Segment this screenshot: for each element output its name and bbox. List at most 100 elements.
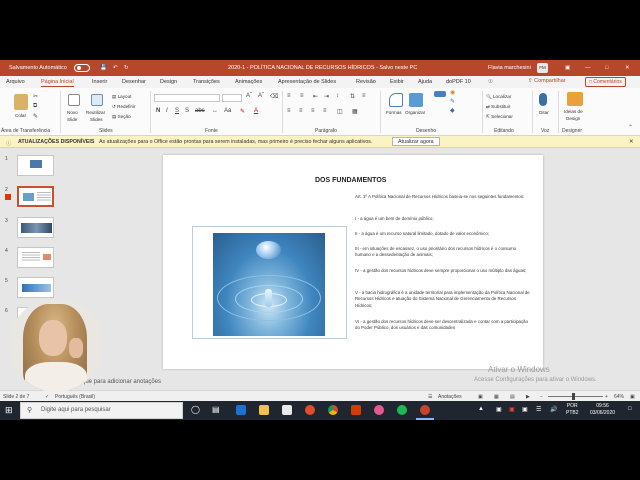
tab-animacoes[interactable]: Animações [235,79,262,85]
shapes-label[interactable]: Formas [386,110,402,115]
shadow-icon[interactable]: S [185,108,189,114]
slide-thumbnail-2[interactable] [17,186,54,207]
spotify-icon[interactable] [397,405,407,415]
slide-paragraph[interactable]: V - a bacia hidrográfica é a unidade ter… [355,290,530,309]
powerpoint-icon[interactable] [420,405,430,415]
find-button[interactable]: 🔍 Localizar [486,94,511,100]
slide-paragraph[interactable]: III - em situações de escassez, o uso pr… [355,246,530,259]
decrease-indent-icon[interactable]: ⇤ [313,93,318,100]
shape-outline-icon[interactable]: ✎ [450,98,455,105]
reuse-slides-icon[interactable] [91,94,103,106]
reading-view-icon[interactable]: ▤ [510,394,515,400]
ribbon-display-icon[interactable]: ▣ [565,65,570,71]
slide-paragraph[interactable]: I - a água é um bem de domínio público; [355,216,530,222]
underline-icon[interactable]: S [175,108,179,114]
shape-effects-icon[interactable]: ◆ [450,107,455,114]
update-now-button[interactable]: Atualizar agora [392,137,440,146]
tab-exibir[interactable]: Exibir [390,79,404,85]
select-button[interactable]: ⇱ Selecionar [486,114,513,120]
copy-icon[interactable]: ⧉ [33,103,37,110]
columns-icon[interactable]: ◫ [337,108,343,115]
tab-revisao[interactable]: Revisão [356,79,376,85]
close-update-icon[interactable]: ✕ [629,139,633,145]
tab-inserir[interactable]: Inserir [92,79,107,85]
line-spacing-icon[interactable]: ↕ [336,93,339,99]
tray-icon[interactable]: ▲ [478,406,484,412]
strikethrough-icon[interactable]: abc [195,108,205,114]
clear-format-icon[interactable]: ⌫ [270,93,278,100]
tab-desenhar[interactable]: Desenhar [122,79,146,85]
shape-fill-icon[interactable]: ◉ [450,89,455,96]
zoom-slider[interactable] [548,396,603,397]
zoom-out-icon[interactable]: − [540,394,543,400]
task-view-icon[interactable]: ◯ [191,405,200,414]
tray-icon[interactable]: ▣ [496,406,502,413]
new-slide-icon[interactable] [68,94,80,106]
normal-view-icon[interactable]: ▣ [478,394,483,400]
user-name[interactable]: Flavia marchesini [488,65,531,71]
slide-sorter-icon[interactable]: ▦ [494,394,499,400]
zoom-slider-thumb[interactable] [572,393,575,400]
app-icon[interactable] [374,405,384,415]
change-case-icon[interactable]: Aa [224,108,231,114]
save-icon[interactable]: 💾 [100,65,107,71]
undo-icon[interactable]: ↶ [113,65,118,71]
font-size-dropdown[interactable] [222,94,242,102]
notifications-icon[interactable]: □ [628,406,632,412]
notes-placeholder[interactable]: que para adicionar anotações [82,379,161,385]
replace-button[interactable]: ⇄ Substituir [486,104,510,110]
store-icon[interactable] [282,405,292,415]
slide-paragraph[interactable]: IV - a gestão dos recursos hídricos deve… [355,268,530,274]
paste-label[interactable]: Colar [15,113,26,118]
zoom-level[interactable]: 64% [614,394,624,400]
align-text-icon[interactable]: ≡ [362,93,366,99]
slide-paragraph[interactable]: VI - a gestão dos recursos hídricos deve… [355,319,530,332]
smartart-icon[interactable]: ▦ [352,108,358,115]
slide-paragraph[interactable]: Art. 1º A Política Nacional de Recursos … [355,194,530,200]
highlight-icon[interactable]: ✎ [240,108,245,115]
char-spacing-icon[interactable]: ↔ [212,108,218,114]
windows-start-icon[interactable]: ⊞ [5,405,13,416]
clock[interactable]: 09:56 03/06/2020 [590,403,615,416]
align-center-icon[interactable]: ≡ [299,108,303,114]
slide-paragraph[interactable]: II - a água é um recurso natural limitad… [355,231,530,237]
taskbar-search[interactable]: ⚲ Digite aqui para pesquisar [20,402,183,419]
shrink-font-icon[interactable]: Aˇ [258,93,264,99]
zoom-in-icon[interactable]: + [605,394,608,400]
numbering-icon[interactable]: ≡ [300,93,304,99]
tab-dopdf[interactable]: doPDF 10 [446,79,471,85]
layout-button[interactable]: ▤ Layout [112,94,131,100]
slide-title[interactable]: DOS FUNDAMENTOS [315,177,386,184]
slide-thumbnail-1[interactable] [17,155,54,176]
slide-thumbnail-3[interactable] [17,217,54,238]
text-direction-icon[interactable]: ⇅ [350,93,355,100]
tab-arquivo[interactable]: Arquivo [6,79,25,85]
maximize-icon[interactable]: □ [605,65,608,71]
design-ideas-icon[interactable] [567,92,583,106]
spellcheck-icon[interactable]: ✓ [45,394,49,400]
minimize-icon[interactable]: — [585,65,591,71]
edge-icon[interactable] [236,405,246,415]
slideshow-icon[interactable]: ▶ [526,394,530,400]
file-explorer-icon[interactable] [259,405,269,415]
align-right-icon[interactable]: ≡ [311,108,315,114]
italic-icon[interactable]: I [166,108,168,114]
align-left-icon[interactable]: ≡ [287,108,291,114]
close-icon[interactable]: ✕ [625,65,630,71]
media-icon[interactable] [305,405,315,415]
image-frame[interactable] [192,226,347,339]
slide-canvas[interactable]: DOS FUNDAMENTOS Art. 1º A Política Nacio… [163,155,543,369]
redo-icon[interactable]: ↻ [124,65,129,71]
font-color-icon[interactable]: A [254,108,258,114]
dictate-label[interactable]: Ditar [539,110,549,115]
increase-indent-icon[interactable]: ⇥ [324,93,329,100]
office-icon[interactable] [351,405,361,415]
design-ideas-label[interactable]: Ideias de [564,109,583,114]
share-button[interactable]: ⇧ Compartilhar [528,78,566,84]
font-name-dropdown[interactable] [154,94,220,102]
slide-thumbnail-5[interactable] [17,277,54,298]
design-ideas-label-2[interactable]: Design [566,116,580,121]
bold-icon[interactable]: N [156,108,160,114]
collapse-ribbon-icon[interactable]: ⌃ [628,124,633,131]
language-label[interactable]: Português (Brasil) [55,394,95,400]
